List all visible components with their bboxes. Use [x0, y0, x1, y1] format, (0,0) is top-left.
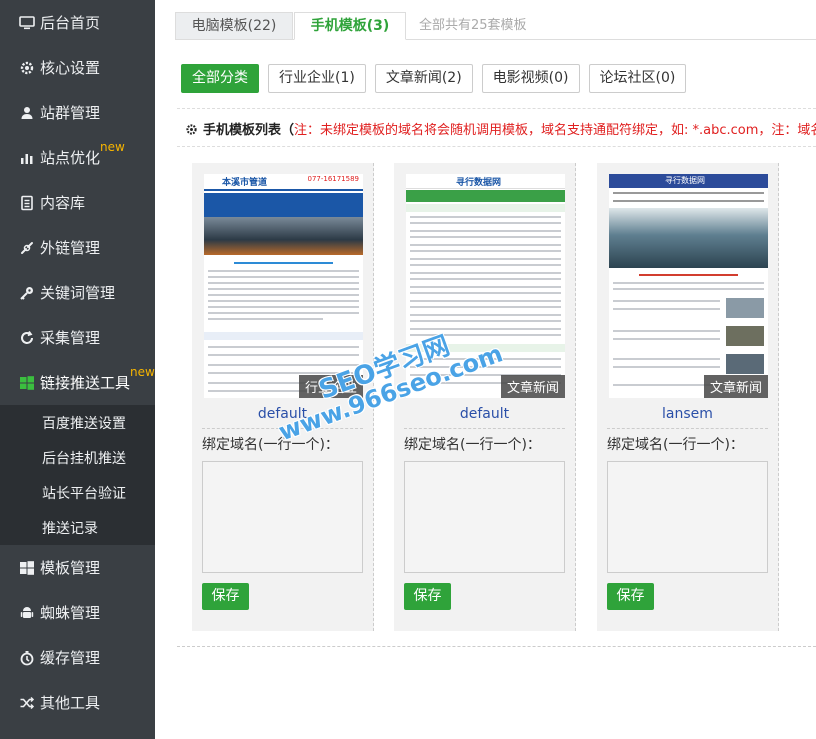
bind-domain-label: 绑定域名(一行一个)： [202, 437, 339, 453]
filter-video[interactable]: 电影视频(0) [481, 64, 580, 93]
nav-label: 站点优化 [40, 149, 101, 167]
template-thumbnail[interactable]: 寻行数据网 文章新闻 [609, 174, 768, 398]
nav-spider[interactable]: 蜘蛛管理 [0, 590, 155, 635]
template-tabs: 电脑模板(22) 手机模板(3) 全部共有25套模板 [175, 12, 816, 40]
template-thumbnail[interactable]: 本溪市管道 077-16171589 行业企业 [204, 174, 363, 398]
nav-content-library[interactable]: 内容库 [0, 180, 155, 225]
subnav-push-log[interactable]: 推送记录 [0, 510, 155, 545]
template-name[interactable]: default [202, 406, 363, 422]
template-card: 寻行数据网 文章新闻 default 绑定域名(一行一个)： 保存 [394, 163, 576, 631]
nav-label: 站群管理 [40, 104, 101, 122]
subnav-background-push[interactable]: 后台挂机推送 [0, 440, 155, 475]
android-icon [18, 604, 35, 621]
document-icon [18, 194, 35, 211]
nav-site-group[interactable]: 站群管理 [0, 90, 155, 135]
filter-forum[interactable]: 论坛社区(0) [588, 64, 687, 93]
nav-cache[interactable]: 缓存管理 [0, 635, 155, 680]
clock-icon [18, 649, 35, 666]
gear-icon [18, 59, 35, 76]
gear-icon [185, 123, 198, 140]
windows-icon [18, 374, 35, 391]
divider [177, 646, 816, 647]
bind-domain-label: 绑定域名(一行一个)： [607, 437, 744, 453]
nav-core-settings[interactable]: 核心设置 [0, 45, 155, 90]
divider [404, 428, 565, 429]
sidebar: 后台首页 核心设置 站群管理 站点优化 new 内容库 外链管理 关键词管理 采… [0, 0, 155, 739]
nav-label: 链接推送工具 [40, 374, 131, 392]
shuffle-icon [18, 694, 35, 711]
divider [202, 428, 363, 429]
save-button[interactable]: 保存 [607, 583, 654, 610]
nav-dashboard[interactable]: 后台首页 [0, 0, 155, 45]
subnav-webmaster-verify[interactable]: 站长平台验证 [0, 475, 155, 510]
list-title: 手机模板列表（注：未绑定模板的域名将会随机调用模板，域名支持通配符绑定，如: *… [185, 119, 816, 140]
nav-keywords[interactable]: 关键词管理 [0, 270, 155, 315]
bind-domain-textarea[interactable] [404, 461, 565, 573]
bind-domain-textarea[interactable] [202, 461, 363, 573]
subnav-baidu-push[interactable]: 百度推送设置 [0, 405, 155, 440]
nav-site-optimize[interactable]: 站点优化 new [0, 135, 155, 180]
category-tag: 行业企业 [298, 375, 363, 398]
nav-label: 后台首页 [40, 14, 101, 32]
nav-label: 采集管理 [40, 329, 101, 347]
template-name[interactable]: default [404, 406, 565, 422]
save-button[interactable]: 保存 [404, 583, 451, 610]
thumb-phone: 077-16171589 [307, 175, 359, 183]
nav-label: 内容库 [40, 194, 86, 212]
nav-external-links[interactable]: 外链管理 [0, 225, 155, 270]
template-card: 寻行数据网 文章新闻 lansem 绑定域名(一行一个)： 保存 [597, 163, 779, 631]
category-filters: 全部分类 行业企业(1) 文章新闻(2) 电影视频(0) 论坛社区(0) [181, 64, 695, 94]
nav-collect[interactable]: 采集管理 [0, 315, 155, 360]
nav-other-tools[interactable]: 其他工具 [0, 680, 155, 725]
nav-label: 缓存管理 [40, 649, 101, 667]
link-icon [18, 239, 35, 256]
nav-link-push[interactable]: 链接推送工具 new [0, 360, 155, 405]
bind-domain-textarea[interactable] [607, 461, 768, 573]
subnav: 百度推送设置 后台挂机推送 站长平台验证 推送记录 [0, 405, 155, 545]
template-name[interactable]: lansem [607, 406, 768, 422]
thumb-header: 寻行数据网 [456, 178, 502, 188]
nav-label: 核心设置 [40, 59, 101, 77]
nav-templates[interactable]: 模板管理 [0, 545, 155, 590]
nav-label: 外链管理 [40, 239, 101, 257]
divider [177, 146, 816, 147]
user-icon [18, 104, 35, 121]
category-tag: 文章新闻 [500, 375, 565, 398]
filter-all[interactable]: 全部分类 [181, 64, 259, 93]
template-thumbnail[interactable]: 寻行数据网 文章新闻 [406, 174, 565, 398]
nav-label: 蜘蛛管理 [40, 604, 101, 622]
main-content: 电脑模板(22) 手机模板(3) 全部共有25套模板 全部分类 行业企业(1) … [155, 0, 816, 739]
binding-note: 注：未绑定模板的域名将会随机调用模板，域名支持通配符绑定，如: *.abc.co… [294, 123, 816, 138]
thumb-header: 寻行数据网 [665, 176, 705, 185]
filter-industry[interactable]: 行业企业(1) [268, 64, 366, 93]
nav-label: 关键词管理 [40, 284, 116, 302]
category-tag: 文章新闻 [703, 375, 768, 398]
tab-mobile-templates[interactable]: 手机模板(3) [294, 12, 406, 40]
monitor-icon [18, 14, 35, 31]
tab-pc-templates[interactable]: 电脑模板(22) [175, 12, 293, 40]
filter-news[interactable]: 文章新闻(2) [374, 64, 473, 93]
divider [177, 108, 816, 109]
divider [607, 428, 768, 429]
total-templates-text: 全部共有25套模板 [419, 18, 527, 33]
nav-label: 其他工具 [40, 694, 101, 712]
bind-domain-label: 绑定域名(一行一个)： [404, 437, 541, 453]
bar-chart-icon [18, 149, 35, 166]
key-icon [18, 284, 35, 301]
nav-label: 模板管理 [40, 559, 101, 577]
refresh-icon [18, 329, 35, 346]
thumb-header: 本溪市管道 [222, 178, 268, 188]
new-badge: new [130, 365, 155, 379]
list-title-text: 手机模板列表（ [203, 123, 295, 138]
template-card: 本溪市管道 077-16171589 行业企业 default 绑定域名(一行一… [192, 163, 374, 631]
save-button[interactable]: 保存 [202, 583, 249, 610]
new-badge: new [100, 140, 125, 154]
windows-icon [18, 559, 35, 576]
